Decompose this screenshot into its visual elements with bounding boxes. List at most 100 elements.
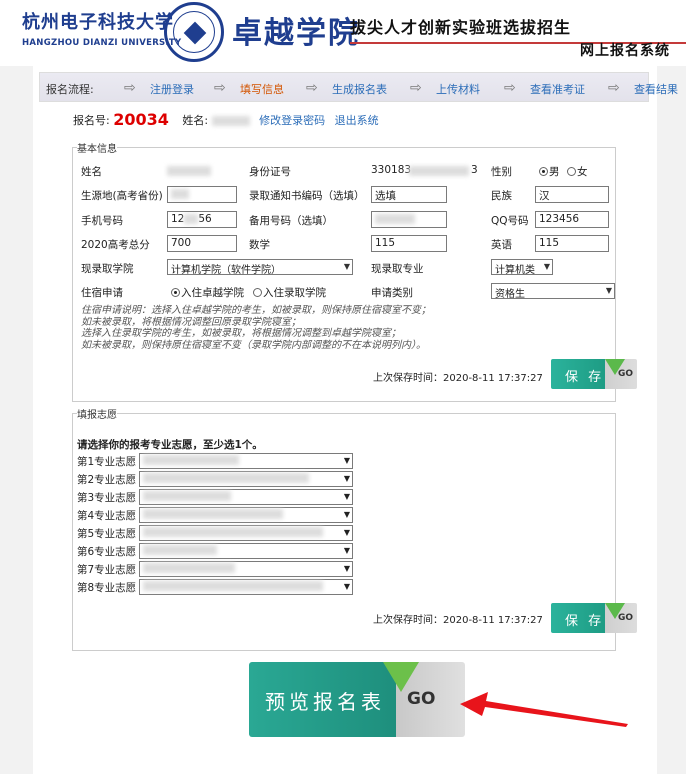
choice-2-label: 第2专业志愿 (77, 474, 137, 486)
step-result[interactable]: 查看结果 (634, 81, 686, 97)
go-triangle-icon (383, 662, 419, 692)
choice-8-label: 第8专业志愿 (77, 582, 137, 594)
college-label: 现录取学院 (81, 263, 134, 275)
phone-input[interactable]: 12 56 (167, 211, 237, 228)
choice-3-label: 第3专业志愿 (77, 492, 137, 504)
change-password-link[interactable]: 修改登录密码 (259, 114, 325, 127)
chevron-down-icon: ▼ (343, 262, 350, 271)
radio-checked-icon[interactable] (171, 288, 180, 297)
qq-label: QQ号码 (491, 215, 529, 227)
english-input[interactable]: 115 (535, 235, 609, 252)
chevron-down-icon: ▼ (605, 286, 612, 295)
nation-input[interactable]: 汉 (535, 186, 609, 203)
school-seal-icon (164, 2, 224, 62)
step-register-login[interactable]: 注册登录 (150, 81, 194, 97)
major-choice-instruction: 请选择你的报考专业志愿，至少选1个。 (77, 439, 263, 451)
arrow-right-icon: ⇨ (124, 80, 136, 96)
name-field-label: 姓名 (81, 166, 102, 178)
choice-5-label: 第5专业志愿 (77, 528, 137, 540)
preview-form-button[interactable]: 预览报名表 GO (249, 662, 465, 737)
radio-checked-icon[interactable] (539, 167, 548, 176)
main-content: 报名流程: ⇨ 注册登录 ⇨ 填写信息 ⇨ 生成报名表 ⇨ 上传材料 ⇨ 查看准… (33, 66, 678, 774)
registration-line: 报名号: 20034 姓名: 修改登录密码 退出系统 (73, 110, 379, 129)
radio-unchecked-icon[interactable] (567, 167, 576, 176)
college-select[interactable]: 计算机学院（软件学院） ▼ (167, 259, 353, 275)
chevron-down-icon: ▼ (343, 456, 350, 465)
chevron-down-icon: ▼ (343, 492, 350, 501)
logout-link[interactable]: 退出系统 (335, 114, 379, 127)
dorm-note: 住宿申请说明：选择入住卓越学院的考生，如被录取，则保持原住宿寝室不变； 如未被录… (81, 305, 431, 351)
dorm-option-admission[interactable]: 入住录取学院 (253, 285, 326, 300)
choice-saved-time: 上次保存时间：2020-8-11 17:37:27 (373, 615, 543, 626)
id-suffix: 3 (471, 164, 478, 176)
major-select[interactable]: 计算机类 ▼ (491, 259, 553, 275)
math-label: 数学 (249, 239, 270, 251)
choice-1-select[interactable]: ▼ (139, 453, 353, 469)
choice-5-select[interactable]: ▼ (139, 525, 353, 541)
choice-7-select[interactable]: ▼ (139, 561, 353, 577)
choice-6-select[interactable]: ▼ (139, 543, 353, 559)
choice-4-label: 第4专业志愿 (77, 510, 137, 522)
name-label: 姓名: (182, 114, 209, 127)
process-bar: 报名流程: ⇨ 注册登录 ⇨ 填写信息 ⇨ 生成报名表 ⇨ 上传材料 ⇨ 查看准… (39, 72, 678, 102)
gender-female-option[interactable]: 女 (567, 164, 588, 179)
banner-subtitle: 网上报名系统 (580, 43, 670, 59)
score-label: 2020高考总分 (81, 239, 150, 251)
chevron-down-icon: ▼ (543, 262, 550, 271)
score-input[interactable]: 700 (167, 235, 237, 252)
major-choice-legend: 填报志愿 (77, 410, 117, 421)
reg-number-label: 报名号: (73, 114, 110, 127)
name-redacted (211, 116, 250, 126)
major-choice-section: 填报志愿 请选择你的报考专业志愿，至少选1个。 第1专业志愿 ▼ 第2专业志愿 … (72, 406, 637, 651)
backup-phone-input[interactable] (371, 211, 447, 228)
id-label: 身份证号 (249, 166, 291, 178)
page: 杭州电子科技大学 HANGZHOU DIANZI UNIVERSITY 卓越学院… (0, 0, 686, 774)
choice-8-select[interactable]: ▼ (139, 579, 353, 595)
choice-4-select[interactable]: ▼ (139, 507, 353, 523)
step-admission-ticket[interactable]: 查看准考证 (530, 81, 585, 97)
chevron-down-icon: ▼ (343, 510, 350, 519)
school-logo-text: 杭州电子科技大学 (22, 12, 174, 33)
red-arrow-annotation-icon (460, 692, 628, 727)
basic-save-button[interactable]: 保 存 GO (551, 359, 637, 389)
choice-3-select[interactable]: ▼ (139, 489, 353, 505)
college-logo-text: 卓越学院 (232, 16, 360, 51)
basic-saved-time: 上次保存时间：2020-8-11 17:37:27 (373, 373, 543, 384)
origin-label: 生源地(高考省份) (81, 190, 163, 202)
arrow-right-icon: ⇨ (608, 80, 620, 96)
choice-1-label: 第1专业志愿 (77, 456, 137, 468)
notice-code-label: 录取通知书编码（选填） (249, 190, 365, 202)
arrow-right-icon: ⇨ (214, 80, 226, 96)
step-generate-form[interactable]: 生成报名表 (332, 81, 387, 97)
step-fill-info[interactable]: 填写信息 (240, 81, 284, 97)
math-input[interactable]: 115 (371, 235, 447, 252)
gender-male-option[interactable]: 男 (539, 164, 560, 179)
choice-6-label: 第6专业志愿 (77, 546, 137, 558)
process-label: 报名流程: (46, 83, 94, 96)
gender-label: 性别 (491, 166, 512, 178)
chevron-down-icon: ▼ (343, 564, 350, 573)
id-redacted (409, 166, 469, 176)
notice-code-input[interactable]: 选填 (371, 186, 447, 203)
radio-unchecked-icon[interactable] (253, 288, 262, 297)
chevron-down-icon: ▼ (343, 474, 350, 483)
origin-input[interactable] (167, 186, 237, 203)
step-upload[interactable]: 上传材料 (436, 81, 480, 97)
major-label: 现录取专业 (371, 263, 424, 275)
choice-2-select[interactable]: ▼ (139, 471, 353, 487)
backup-phone-label: 备用号码（选填） (249, 215, 333, 227)
apply-type-label: 申请类别 (371, 287, 413, 299)
chevron-down-icon: ▼ (343, 546, 350, 555)
chevron-down-icon: ▼ (343, 582, 350, 591)
arrow-right-icon: ⇨ (410, 80, 422, 96)
choice-7-label: 第7专业志愿 (77, 564, 137, 576)
apply-type-select[interactable]: 资格生 ▼ (491, 283, 615, 299)
dorm-option-college[interactable]: 入住卓越学院 (171, 285, 244, 300)
chevron-down-icon: ▼ (343, 528, 350, 537)
basic-info-section: 基本信息 姓名 身份证号 330183 3 性别 男 女 生源地(高考省份) 录… (72, 140, 637, 402)
choice-save-button[interactable]: 保 存 GO (551, 603, 637, 633)
header: 杭州电子科技大学 HANGZHOU DIANZI UNIVERSITY 卓越学院… (0, 0, 686, 66)
qq-input[interactable]: 123456 (535, 211, 609, 228)
arrow-right-icon: ⇨ (306, 80, 318, 96)
name-value-redacted (167, 166, 211, 176)
